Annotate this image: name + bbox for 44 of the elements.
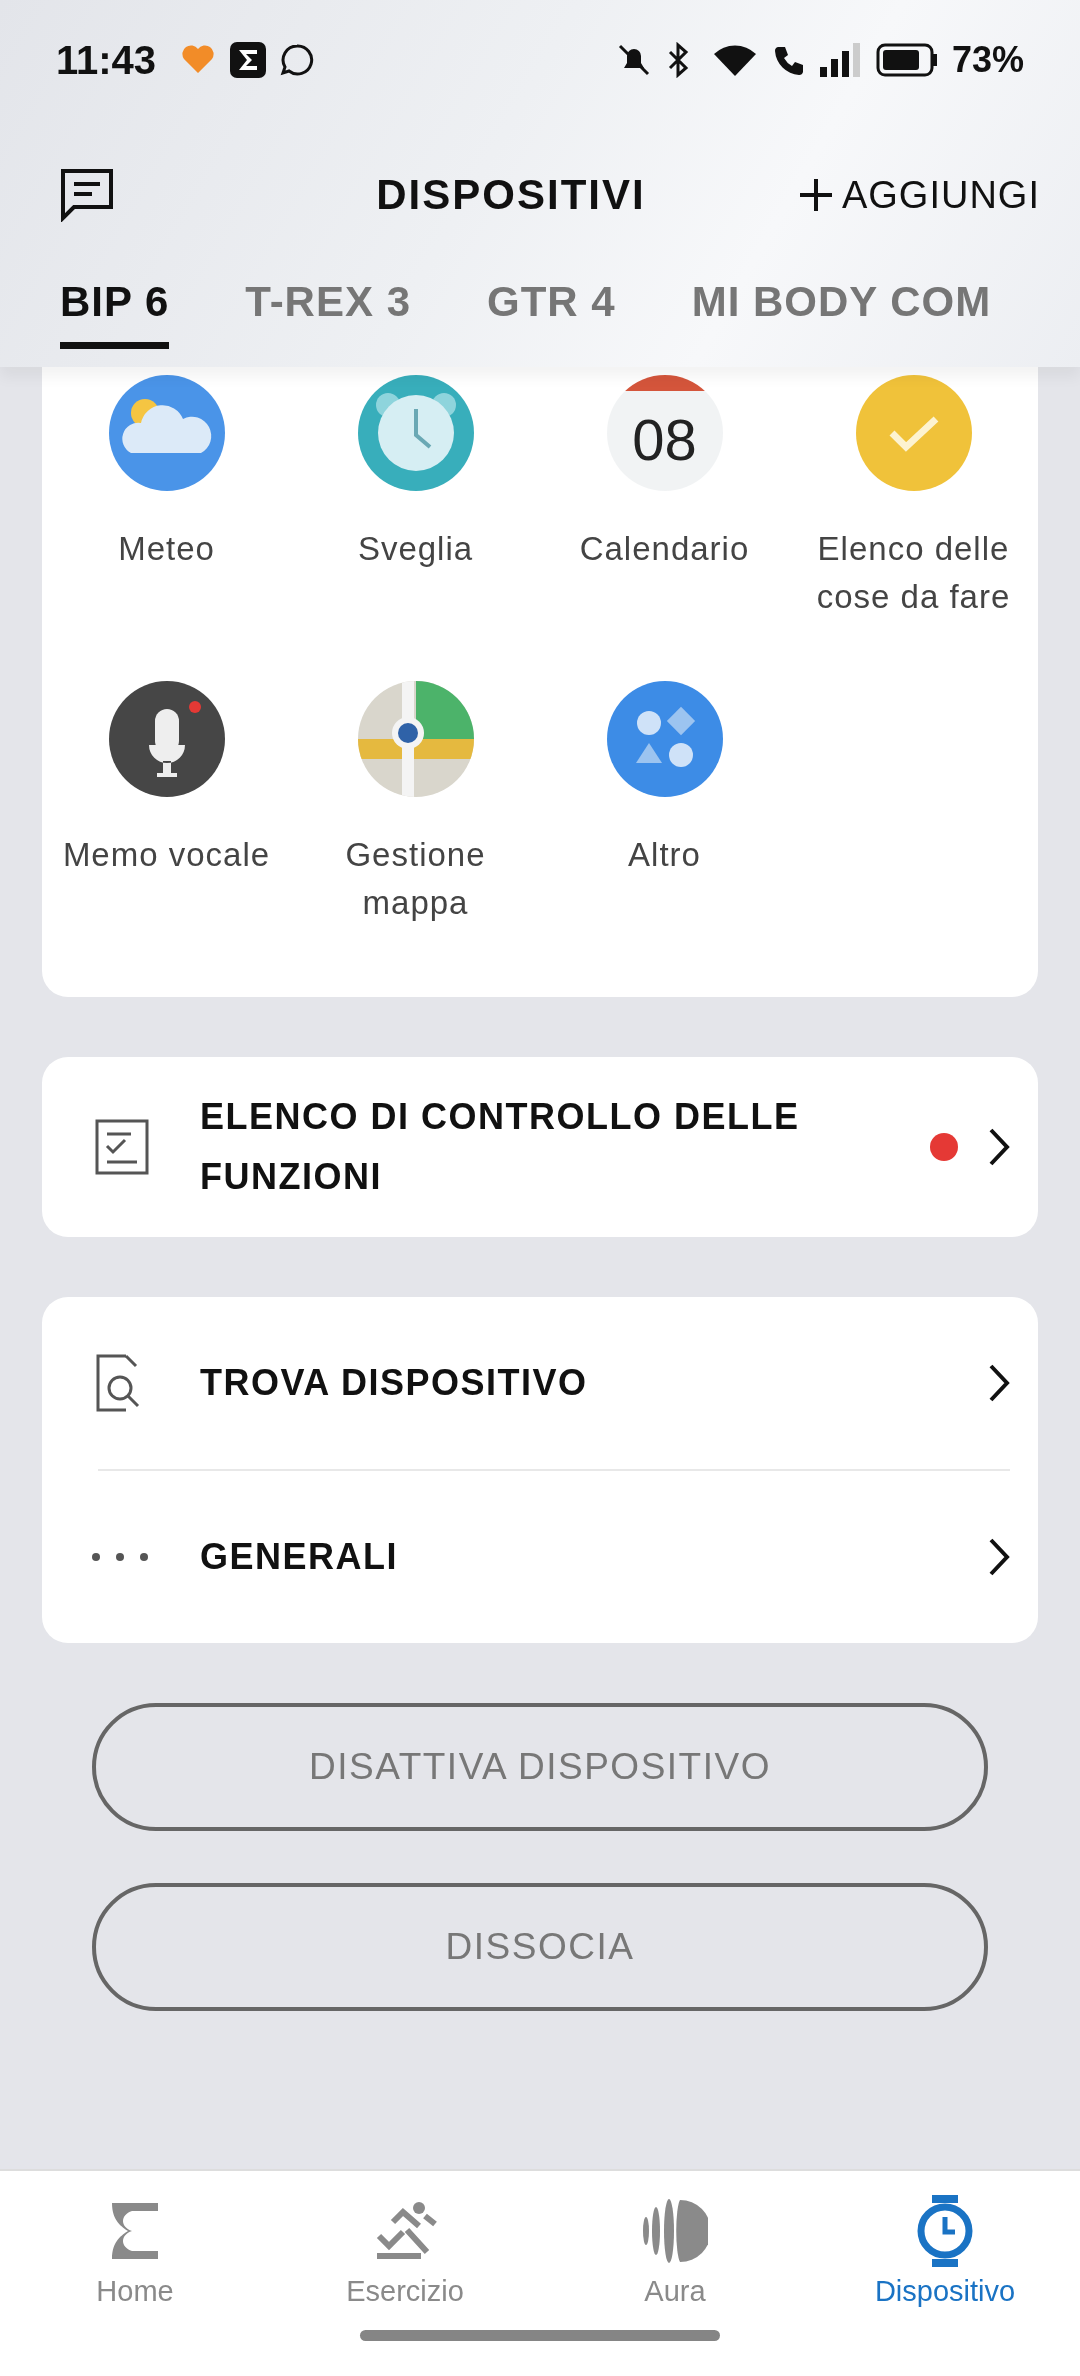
chevron-icon xyxy=(988,1363,1010,1403)
action-button[interactable]: DISSOCIA xyxy=(92,1883,988,2011)
app-label[interactable]: Elenco delle cose da fare xyxy=(793,525,1034,621)
watch-icon xyxy=(916,2195,974,2267)
wifi-icon xyxy=(711,42,758,78)
nav-label[interactable]: Dispositivo xyxy=(874,2275,1016,2308)
app-icon xyxy=(108,681,225,797)
checklist-icon xyxy=(94,1118,150,1176)
device-tab[interactable]: T-REX 3 xyxy=(245,270,411,349)
app-notification-icon xyxy=(230,42,267,78)
status-time: 11:43 xyxy=(56,37,157,83)
app-label[interactable]: Gestione mappa xyxy=(295,831,536,927)
app-label[interactable]: Calendario xyxy=(579,525,750,573)
calendar-icon: 08 xyxy=(606,375,723,491)
app-label[interactable]: Meteo xyxy=(118,525,215,573)
settings-row-label[interactable]: TROVA DISPOSITIVO xyxy=(200,1353,958,1413)
battery-icon xyxy=(875,43,938,77)
add-button[interactable]: AGGIUNGI xyxy=(797,173,1040,217)
heart-icon xyxy=(180,45,217,75)
chevron-icon xyxy=(988,1537,1010,1577)
settings-row-label[interactable]: GENERALI xyxy=(200,1527,958,1587)
device-tab[interactable]: MI BODY COM xyxy=(691,270,992,349)
app-icon xyxy=(606,681,723,797)
battery-percentage: 73% xyxy=(951,39,1024,81)
sigma-icon xyxy=(110,2201,160,2261)
more-icon xyxy=(91,1552,149,1562)
action-button[interactable]: DISATTIVA DISPOSITIVO xyxy=(92,1703,988,1831)
device-tab[interactable]: GTR 4 xyxy=(487,270,616,349)
plus-icon xyxy=(797,177,834,213)
message-icon[interactable] xyxy=(60,168,114,222)
app-icon xyxy=(357,375,474,491)
row-label: ELENCO DI CONTROLLO DELLE FUNZIONI xyxy=(200,1095,801,1199)
app-label[interactable]: Memo vocale xyxy=(62,831,271,879)
signal-icon xyxy=(819,43,862,77)
app-icon xyxy=(855,375,972,491)
aura-icon xyxy=(642,2198,708,2264)
chat-icon xyxy=(280,43,315,77)
app-label[interactable]: Sveglia xyxy=(357,525,474,573)
checklist-card[interactable]: ELENCO DI CONTROLLO DELLE FUNZIONI xyxy=(42,1057,1038,1237)
chevron-icon xyxy=(988,1127,1010,1167)
app-label[interactable]: Altro xyxy=(628,831,701,879)
page-title: DISPOSITIVI xyxy=(375,171,647,219)
app-icon xyxy=(108,375,225,491)
device-tab[interactable]: BIP 6 xyxy=(60,270,170,349)
